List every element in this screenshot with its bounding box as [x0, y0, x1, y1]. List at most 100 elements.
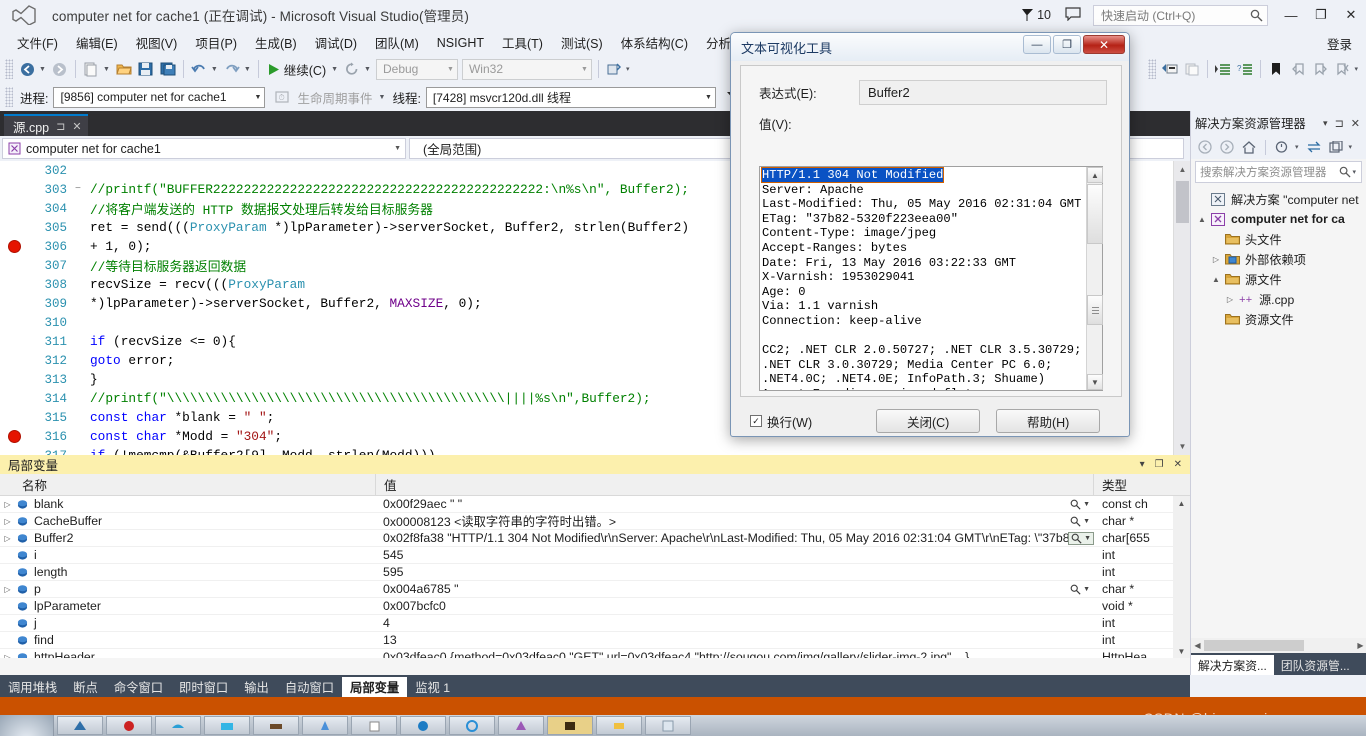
toolbar-overflow-2[interactable]: ▾ — [1353, 65, 1366, 73]
notifications-indicator[interactable]: 10 — [1022, 8, 1051, 22]
decrease-indent-icon[interactable]: ? — [1234, 58, 1256, 80]
panel-dropdown-icon[interactable]: ▾ — [1140, 459, 1145, 470]
sync-icon[interactable] — [1304, 137, 1324, 157]
visualizer-magnifier-icon[interactable]: ▼ — [1070, 499, 1094, 510]
solution-explorer-hscroll[interactable]: ◀ ▶ — [1191, 638, 1366, 653]
locals-row-value-cell[interactable]: 4 — [376, 615, 1094, 632]
solution-configuration-combo[interactable]: Debug ▼ — [375, 58, 458, 80]
scroll-up-icon[interactable]: ▲ — [1173, 496, 1190, 510]
menu-item-architecture[interactable]: 体系结构(C) — [612, 30, 697, 55]
scroll-left-icon[interactable]: ◀ — [1191, 641, 1204, 650]
thread-combo[interactable]: [7428] msvcr120d.dll 线程 ▼ — [425, 86, 716, 108]
locals-row-value-cell[interactable]: 0x02f8fa38 "HTTP/1.1 304 Not Modified\r\… — [376, 530, 1094, 547]
locals-row-name-cell[interactable]: ▷ p — [0, 581, 376, 598]
breakpoint-gutter[interactable] — [0, 294, 32, 313]
wrap-checkbox[interactable]: ✓ — [750, 415, 762, 427]
editor-vertical-scrollbar[interactable]: ▲ ▼ — [1173, 161, 1190, 455]
taskbar-item-11[interactable] — [547, 716, 593, 735]
menu-item-debug[interactable]: 调试(D) — [306, 30, 366, 55]
value-scrollbar[interactable]: ▲ ▼ — [1086, 167, 1103, 390]
menu-item-view[interactable]: 视图(V) — [127, 30, 187, 55]
code-line[interactable]: 317 if (!memcmp(&Buffer2[9], Modd, strle… — [0, 446, 1190, 455]
attach-to-process-icon[interactable] — [603, 58, 625, 80]
tree-expander-icon[interactable]: ▲ — [1195, 215, 1209, 224]
solution-explorer-tab[interactable]: 解决方案资... — [1191, 655, 1274, 675]
navbar-scope-combo[interactable]: computer net for cache1 ▼ — [2, 138, 406, 159]
locals-row[interactable]: find 13 int — [0, 632, 1190, 649]
toolbar-grip-2[interactable] — [1148, 59, 1157, 79]
text-visualizer-dialog[interactable]: 文本可视化工具 — ❐ ✕ 表达式(E): Buffer2 值(V): HTTP… — [730, 32, 1130, 437]
breakpoint-gutter[interactable] — [0, 370, 32, 389]
breakpoint-gutter[interactable] — [0, 161, 32, 180]
fold-toggle-icon[interactable]: − — [70, 184, 86, 195]
debug-toolbar-grip[interactable] — [5, 87, 13, 107]
home-icon[interactable] — [1239, 137, 1259, 157]
tree-expander-icon[interactable]: ▲ — [1209, 275, 1223, 284]
navigate-backward-icon[interactable] — [16, 58, 38, 80]
locals-row[interactable]: lpParameter 0x007bcfc0 void * — [0, 598, 1190, 615]
expression-input[interactable]: Buffer2 — [859, 80, 1107, 105]
solution-tree-node[interactable]: ▷ ++ 源.cpp — [1191, 289, 1366, 309]
collapse-all-icon[interactable] — [1326, 137, 1346, 157]
column-header-type[interactable]: 类型 — [1094, 474, 1190, 496]
solution-explorer-overflow[interactable]: ▾ — [1348, 143, 1356, 151]
pin-icon[interactable]: ⊐ — [56, 120, 65, 133]
dialog-help-button[interactable]: 帮助(H) — [996, 409, 1101, 433]
search-options-dropdown[interactable]: ▾ — [1351, 168, 1359, 176]
increase-indent-icon[interactable] — [1212, 58, 1234, 80]
locals-row-name-cell[interactable]: ▷ CacheBuffer — [0, 513, 376, 530]
taskbar-item-12[interactable] — [596, 716, 642, 735]
solution-platform-combo[interactable]: Win32 ▼ — [461, 58, 592, 80]
dialog-close-button[interactable]: ✕ — [1083, 35, 1125, 54]
redo-dropdown[interactable]: ▼ — [243, 66, 254, 73]
hscroll-thumb[interactable] — [1204, 640, 1304, 651]
process-combo[interactable]: [9856] computer net for cache1 ▼ — [53, 86, 266, 108]
lifecycle-dropdown[interactable]: ▼ — [378, 94, 389, 101]
solution-explorer-tab[interactable]: 团队资源管... — [1274, 655, 1357, 675]
locals-row-value-cell[interactable]: 0x004a6785 " ▼ — [376, 581, 1094, 598]
close-icon[interactable]: ✕ — [1351, 117, 1360, 130]
pending-changes-dropdown[interactable]: ▾ — [1294, 143, 1302, 151]
toolbar-grip[interactable] — [5, 59, 13, 79]
scroll-up-icon[interactable]: ▲ — [1174, 161, 1190, 178]
locals-row[interactable]: ▷ Buffer2 0x02f8fa38 "HTTP/1.1 304 Not Mod… — [0, 530, 1190, 547]
solution-tree-node[interactable]: ▷ 外部依赖项 — [1191, 249, 1366, 269]
breakpoint-gutter[interactable] — [0, 332, 32, 351]
locals-row-name-cell[interactable]: ▷ httpHeader — [0, 649, 376, 659]
breakpoint-gutter[interactable] — [0, 408, 32, 427]
visualizer-magnifier-icon[interactable]: ▼ — [1070, 516, 1094, 527]
feedback-icon[interactable] — [1065, 6, 1081, 24]
restart-dropdown[interactable]: ▼ — [363, 66, 374, 73]
debug-tab-调用堆栈[interactable]: 调用堆栈 — [0, 677, 65, 697]
close-icon[interactable]: ✕ — [72, 120, 81, 133]
locals-row-value-cell[interactable]: 595 — [376, 564, 1094, 581]
sign-in-link[interactable]: 登录 — [1327, 34, 1352, 53]
value-scroll-thumb[interactable] — [1087, 184, 1103, 244]
next-bookmark-icon[interactable] — [1309, 58, 1331, 80]
toggle-bookmark-icon[interactable] — [1265, 58, 1287, 80]
locals-row[interactable]: ▷ blank 0x00f29aec " " ▼ const ch — [0, 496, 1190, 513]
breakpoint-gutter[interactable] — [0, 313, 32, 332]
dialog-restore-button[interactable]: ❐ — [1053, 35, 1081, 54]
expander-triangle-icon[interactable]: ▷ — [0, 653, 15, 659]
navigate-forward-icon[interactable] — [49, 58, 71, 80]
value-scroll-thumb-lower[interactable] — [1087, 295, 1103, 325]
debug-tab-自动窗口[interactable]: 自动窗口 — [277, 677, 342, 697]
column-header-value[interactable]: 值 — [376, 473, 1094, 496]
locals-row-value-cell[interactable]: 13 — [376, 632, 1094, 649]
breakpoint-gutter[interactable] — [0, 351, 32, 370]
previous-bookmark-icon[interactable] — [1287, 58, 1309, 80]
expander-triangle-icon[interactable]: ▷ — [0, 585, 15, 594]
debug-tab-局部变量[interactable]: 局部变量 — [342, 677, 408, 697]
taskbar-item-1[interactable] — [57, 716, 103, 735]
locals-row-name-cell[interactable]: ▷ Buffer2 — [0, 530, 376, 547]
taskbar-item-7[interactable] — [351, 716, 397, 735]
solution-tree-node[interactable]: ▲ 源文件 — [1191, 269, 1366, 289]
undo-icon[interactable] — [188, 58, 210, 80]
breakpoint-gutter[interactable] — [0, 199, 32, 218]
panel-close-icon[interactable]: ✕ — [1174, 459, 1182, 470]
solution-tree-node[interactable]: ▲ computer net for ca — [1191, 209, 1366, 229]
expander-triangle-icon[interactable]: ▷ — [0, 534, 15, 543]
visualizer-magnifier-icon[interactable]: ▼ — [1070, 584, 1094, 595]
wrap-checkbox-row[interactable]: ✓ 换行(W) — [740, 412, 812, 431]
